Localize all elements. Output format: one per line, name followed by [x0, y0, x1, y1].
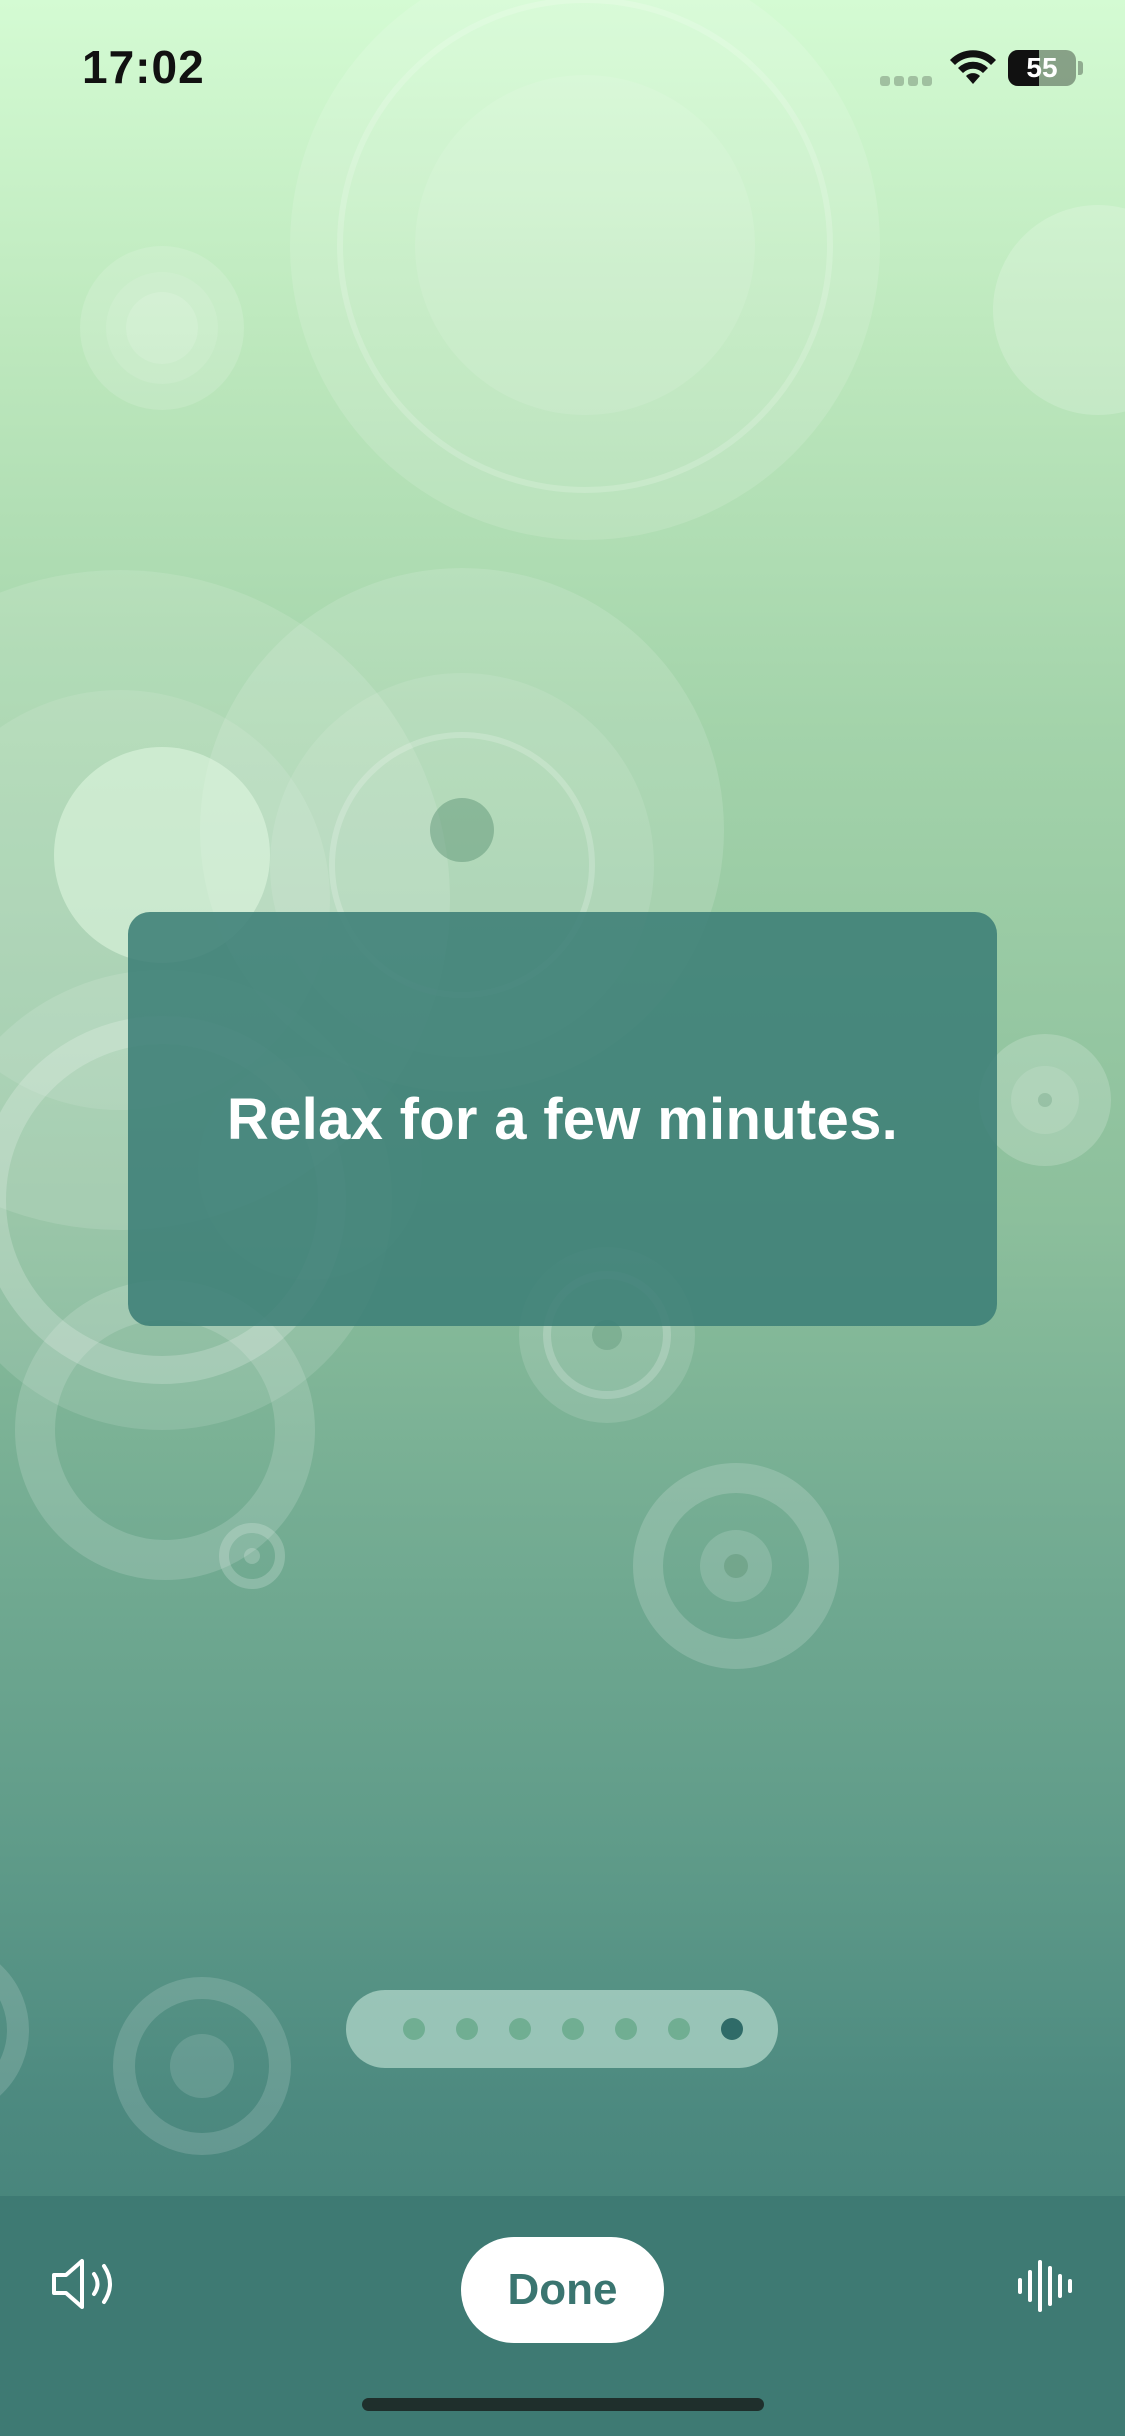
- page-dot-active[interactable]: [721, 2018, 743, 2040]
- home-indicator: [362, 2398, 764, 2411]
- battery-level: 55: [1026, 52, 1058, 83]
- status-bar: 17:02 55: [0, 0, 1125, 140]
- battery-icon: 55: [1008, 50, 1076, 86]
- waveform-icon[interactable]: [1016, 2256, 1078, 2316]
- signal-icon: [880, 72, 936, 86]
- page-dot[interactable]: [403, 2018, 425, 2040]
- done-button[interactable]: Done: [461, 2237, 664, 2343]
- page-indicator[interactable]: [346, 1990, 778, 2068]
- speaker-icon[interactable]: [48, 2254, 124, 2314]
- card-message: Relax for a few minutes.: [226, 1086, 899, 1152]
- status-time: 17:02: [82, 41, 205, 93]
- page-dot[interactable]: [615, 2018, 637, 2040]
- page-dot[interactable]: [562, 2018, 584, 2040]
- message-card: Relax for a few minutes.: [128, 912, 997, 1326]
- wifi-icon: [950, 50, 996, 84]
- page-dot[interactable]: [509, 2018, 531, 2040]
- page-dot[interactable]: [668, 2018, 690, 2040]
- battery-tip: [1078, 61, 1083, 75]
- page-dot[interactable]: [456, 2018, 478, 2040]
